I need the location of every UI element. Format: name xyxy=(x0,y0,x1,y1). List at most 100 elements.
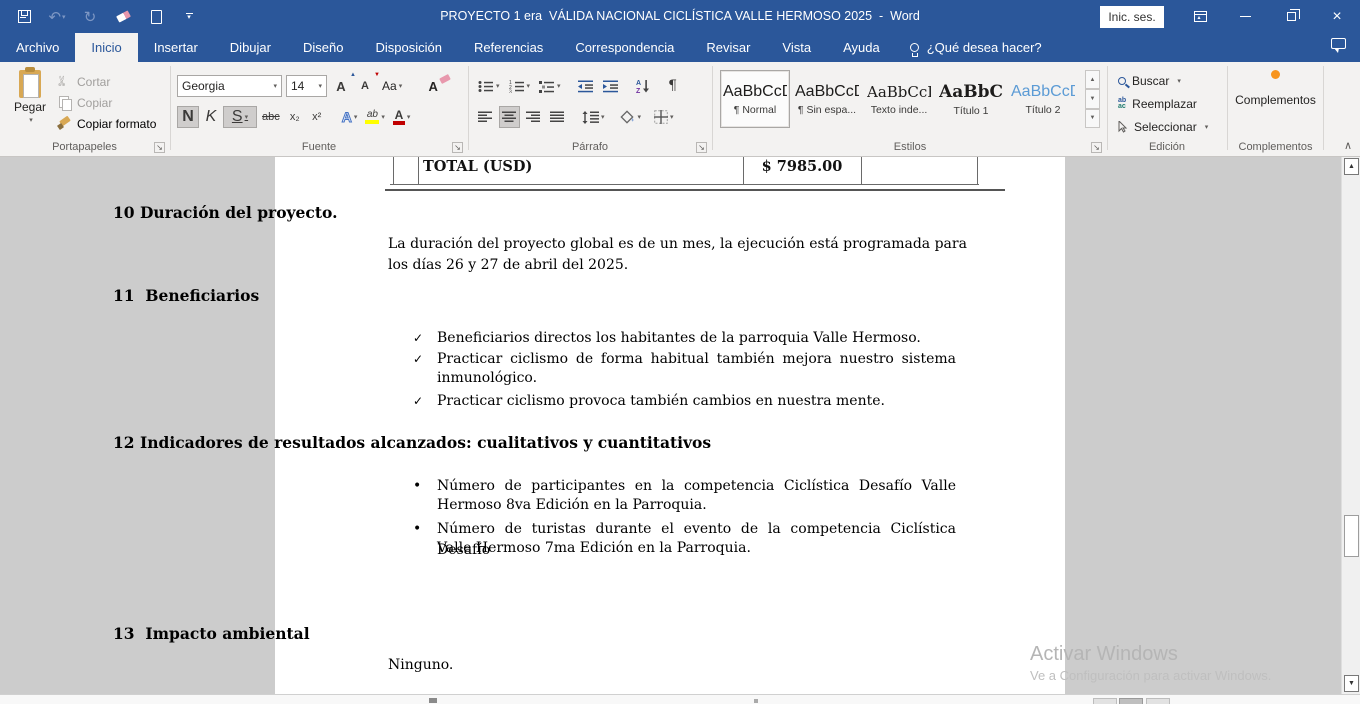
style-texto-independiente[interactable]: AaBbCcD Texto inde... xyxy=(864,70,934,128)
subscript-button[interactable]: x₂ xyxy=(285,106,305,128)
addin-dot-icon xyxy=(1271,70,1280,79)
font-size-combo[interactable]: 14▾ xyxy=(286,75,327,97)
tab-disposicion[interactable]: Disposición xyxy=(359,33,457,62)
replace-button[interactable]: abac Reemplazar xyxy=(1118,93,1208,114)
styles-scroll-down-icon[interactable]: ▼ xyxy=(1085,89,1100,108)
check-item-2: ✓Practicar ciclismo de forma habitual ta… xyxy=(413,349,956,370)
tab-revisar[interactable]: Revisar xyxy=(690,33,766,62)
style-normal[interactable]: AaBbCcD ¶ Normal xyxy=(720,70,790,128)
heading-impacto: 13 Impacto ambiental xyxy=(113,624,310,643)
format-painter-button[interactable]: Copiar formato xyxy=(58,113,156,134)
font-color-icon: A xyxy=(393,110,405,125)
justify-button[interactable] xyxy=(547,106,568,128)
table-cell-total-value: $ 7985.00 xyxy=(743,158,861,175)
brush-icon xyxy=(58,117,72,131)
change-case-button[interactable]: Aa▾ xyxy=(379,75,405,97)
ribbon-tabs: Archivo Inicio Insertar Dibujar Diseño D… xyxy=(0,33,1360,62)
minimize-icon[interactable] xyxy=(1228,0,1262,33)
font-color-button[interactable]: A▾ xyxy=(390,106,414,128)
highlight-color-button[interactable]: ab▾ xyxy=(362,106,388,128)
clear-formatting-button[interactable]: A xyxy=(423,75,443,97)
addins-button[interactable]: Complementos xyxy=(1228,70,1323,107)
replace-icon: abac xyxy=(1118,98,1126,110)
restore-icon[interactable] xyxy=(1274,0,1308,33)
scissors-icon xyxy=(58,75,72,89)
tab-referencias[interactable]: Referencias xyxy=(458,33,559,62)
sign-in-button[interactable]: Inic. ses. xyxy=(1100,6,1164,28)
scrollbar-thumb[interactable] xyxy=(1344,515,1359,557)
paste-button[interactable]: Pegar ▾ xyxy=(8,70,52,142)
align-left-button[interactable] xyxy=(475,106,496,128)
clipboard-icon xyxy=(19,70,41,98)
close-icon[interactable]: × xyxy=(1320,0,1354,33)
status-proofing-icon[interactable] xyxy=(429,698,437,703)
bullet-item-1-cont: Hermoso 8va Edición en la Parroquia. xyxy=(437,497,707,513)
paragraph-dialog-launcher-icon[interactable]: ↘ xyxy=(696,142,707,153)
multilevel-list-button[interactable]: ▾ xyxy=(536,75,564,97)
sort-icon: AZ xyxy=(636,79,651,93)
italic-button[interactable]: K xyxy=(201,106,221,128)
tab-dibujar[interactable]: Dibujar xyxy=(214,33,287,62)
numbering-icon: 123 xyxy=(509,80,525,93)
cut-button[interactable]: Cortar xyxy=(58,71,156,92)
tab-archivo[interactable]: Archivo xyxy=(0,33,75,62)
bold-button[interactable]: N xyxy=(177,106,199,128)
status-bar xyxy=(0,694,1360,704)
tell-me-box[interactable]: ¿Qué desea hacer? xyxy=(896,33,1042,62)
read-mode-view-icon[interactable] xyxy=(1093,698,1117,704)
line-spacing-button[interactable]: ▾ xyxy=(579,106,608,128)
tab-correspondencia[interactable]: Correspondencia xyxy=(559,33,690,62)
style-titulo-2[interactable]: AaBbCcD Título 2 xyxy=(1008,70,1078,128)
bullet-icon: • xyxy=(413,476,437,497)
svg-text:3: 3 xyxy=(509,89,512,93)
styles-dialog-launcher-icon[interactable]: ↘ xyxy=(1091,142,1102,153)
status-language-icon[interactable] xyxy=(754,699,758,703)
collapse-ribbon-icon[interactable]: ∧ xyxy=(1344,139,1352,152)
superscript-button[interactable]: x² xyxy=(307,106,327,128)
tab-insertar[interactable]: Insertar xyxy=(138,33,214,62)
tell-me-label: ¿Qué desea hacer? xyxy=(927,40,1042,55)
tab-diseno[interactable]: Diseño xyxy=(287,33,359,62)
select-button[interactable]: Seleccionar▾ xyxy=(1118,116,1208,137)
feedback-icon[interactable] xyxy=(1331,38,1346,49)
bullets-button[interactable]: ▾ xyxy=(475,75,503,97)
activate-windows-watermark: Activar Windows xyxy=(1030,643,1178,666)
show-paragraph-marks-button[interactable]: ¶ xyxy=(663,75,683,97)
style-titulo-1[interactable]: AaBbC Título 1 xyxy=(936,70,1006,128)
align-center-button[interactable] xyxy=(499,106,520,128)
font-name-combo[interactable]: Georgia▾ xyxy=(177,75,282,97)
tab-vista[interactable]: Vista xyxy=(766,33,827,62)
style-sin-espaciado[interactable]: AaBbCcD ¶ Sin espa... xyxy=(792,70,862,128)
tab-ayuda[interactable]: Ayuda xyxy=(827,33,896,62)
font-dialog-launcher-icon[interactable]: ↘ xyxy=(452,142,463,153)
vertical-scrollbar[interactable]: ▲ ▼ xyxy=(1341,157,1360,694)
copy-button[interactable]: Copiar xyxy=(58,92,156,113)
align-right-button[interactable] xyxy=(523,106,544,128)
find-button[interactable]: Buscar▾ xyxy=(1118,70,1208,91)
numbering-button[interactable]: 123▾ xyxy=(506,75,534,97)
tab-inicio[interactable]: Inicio xyxy=(75,33,137,62)
clipboard-group: Pegar ▾ Cortar Copiar Copiar formato Por… xyxy=(0,62,169,156)
styles-more-icon[interactable]: ▼ xyxy=(1085,109,1100,128)
grow-font-button[interactable]: A▲ xyxy=(331,75,351,97)
shrink-font-button[interactable]: A▼ xyxy=(355,75,375,97)
sort-button[interactable]: AZ xyxy=(633,75,654,97)
addins-group: Complementos Complementos xyxy=(1228,62,1323,156)
borders-button[interactable]: ▾ xyxy=(651,106,677,128)
text-effects-button[interactable]: A▾ xyxy=(339,106,361,128)
scroll-up-icon[interactable]: ▲ xyxy=(1344,158,1359,175)
check-item-1: ✓Beneficiarios directos los habitantes d… xyxy=(413,328,921,349)
decrease-indent-button[interactable] xyxy=(575,75,597,97)
print-layout-view-icon[interactable] xyxy=(1119,698,1143,704)
increase-indent-button[interactable] xyxy=(600,75,622,97)
clipboard-dialog-launcher-icon[interactable]: ↘ xyxy=(154,142,165,153)
scroll-down-icon[interactable]: ▼ xyxy=(1344,675,1359,692)
check-item-2-cont: inmunológico. xyxy=(437,370,537,386)
shading-button[interactable]: ▾ xyxy=(617,106,645,128)
ribbon-display-options-icon[interactable] xyxy=(1183,0,1217,33)
strikethrough-button[interactable]: abc xyxy=(259,106,283,128)
styles-scroll-up-icon[interactable]: ▲ xyxy=(1085,70,1100,89)
underline-button[interactable]: S▾ xyxy=(223,106,257,128)
activate-windows-watermark-sub: Ve a Configuración para activar Windows. xyxy=(1030,668,1271,683)
web-layout-view-icon[interactable] xyxy=(1146,698,1170,704)
